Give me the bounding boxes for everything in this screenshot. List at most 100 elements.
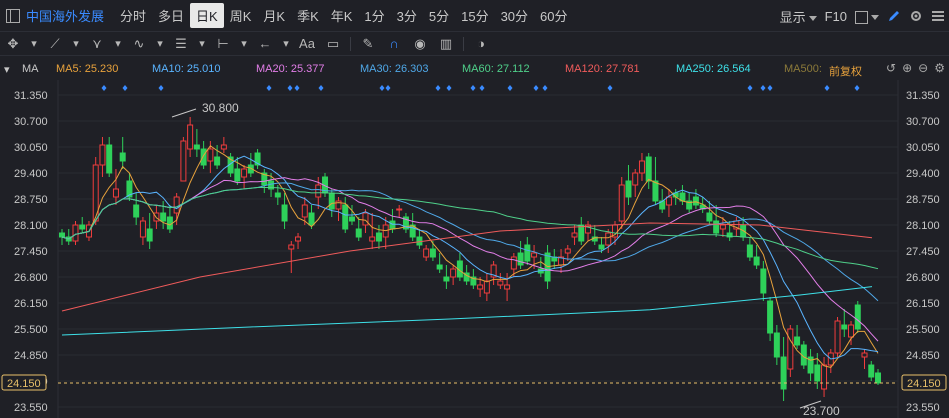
candle-body[interactable]	[112, 188, 119, 198]
text-icon[interactable]: Aa	[294, 36, 320, 51]
candle-body[interactable]	[753, 256, 760, 266]
candle-body[interactable]	[173, 196, 180, 214]
candle-body[interactable]	[146, 228, 153, 242]
ma-collapse-icon[interactable]: ▾	[4, 63, 10, 76]
event-marker[interactable]	[760, 85, 766, 91]
toggle-icon[interactable]: ◑	[468, 36, 494, 51]
candle-body[interactable]	[187, 124, 194, 150]
chevron-down-icon[interactable]: ▾	[236, 37, 252, 50]
eye-icon[interactable]: ◉	[407, 36, 433, 52]
period-tab[interactable]: 5分	[423, 3, 455, 28]
ma-legend-ma10[interactable]: MA10: 25.010	[152, 63, 221, 75]
candle-body[interactable]	[760, 268, 767, 294]
candle-body[interactable]	[767, 300, 774, 334]
candle-body[interactable]	[362, 212, 369, 226]
candle-body[interactable]	[477, 284, 484, 290]
candle-body[interactable]	[315, 184, 322, 198]
candle-body[interactable]	[348, 216, 355, 222]
cursor-icon[interactable]: ✥	[0, 36, 26, 52]
candle-body[interactable]	[241, 168, 248, 178]
candle-body[interactable]	[787, 328, 794, 370]
event-marker[interactable]	[122, 85, 128, 91]
period-tab[interactable]: 30分	[495, 3, 534, 28]
candle-body[interactable]	[423, 248, 430, 258]
candle-body[interactable]	[814, 364, 821, 382]
comment-icon[interactable]: ▭	[320, 36, 346, 52]
candle-body[interactable]	[497, 280, 504, 286]
candle-body[interactable]	[139, 220, 146, 238]
checkbox-dropdown[interactable]	[855, 8, 879, 24]
period-tab[interactable]: 多日	[152, 3, 190, 28]
candle-body[interactable]	[369, 236, 376, 242]
candle-body[interactable]	[719, 224, 726, 230]
adjust-mode-label[interactable]: 前复权	[829, 63, 862, 79]
candle-body[interactable]	[79, 224, 86, 230]
more-icon[interactable]	[931, 9, 945, 23]
candle-body[interactable]	[578, 224, 585, 242]
candle-body[interactable]	[200, 148, 207, 166]
candle-body[interactable]	[166, 216, 173, 230]
candle-body[interactable]	[295, 236, 302, 242]
candle-body[interactable]	[652, 180, 659, 202]
display-dropdown[interactable]: 显示	[780, 7, 817, 26]
candle-body[interactable]	[517, 252, 524, 266]
candle-body[interactable]	[274, 192, 281, 198]
event-marker[interactable]	[824, 85, 830, 91]
candle-body[interactable]	[375, 232, 382, 242]
wave-icon[interactable]: ∿	[126, 36, 152, 52]
candle-body[interactable]	[706, 212, 713, 222]
event-marker[interactable]	[266, 85, 272, 91]
candle-body[interactable]	[692, 196, 699, 206]
candle-body[interactable]	[207, 148, 214, 162]
ma-legend-ma5[interactable]: MA5: 25.230	[56, 63, 118, 75]
candle-body[interactable]	[868, 364, 875, 378]
candle-body[interactable]	[848, 324, 855, 338]
event-marker[interactable]	[507, 85, 513, 91]
candle-body[interactable]	[564, 248, 571, 254]
event-marker[interactable]	[542, 85, 548, 91]
chevron-down-icon[interactable]: ▾	[152, 37, 168, 50]
period-tab[interactable]: 分时	[114, 3, 152, 28]
candle-body[interactable]	[328, 192, 335, 210]
eraser-icon[interactable]: ✎	[355, 36, 381, 52]
pen-icon[interactable]	[887, 9, 901, 23]
reset-icon[interactable]: ↺	[886, 61, 896, 75]
candle-body[interactable]	[632, 172, 639, 186]
ma-label[interactable]: MA	[22, 63, 39, 75]
chevron-down-icon[interactable]: ▾	[194, 37, 210, 50]
candle-body[interactable]	[416, 236, 423, 246]
period-tab[interactable]: 月K	[257, 3, 291, 28]
candle-body[interactable]	[665, 196, 672, 206]
candlestick-chart[interactable]: 31.350 31.350 30.700 30.700 30.050 30.050 29.4…	[0, 80, 949, 418]
candle-body[interactable]	[308, 212, 315, 226]
candle-body[interactable]	[389, 220, 396, 230]
candle-body[interactable]	[645, 156, 652, 182]
event-marker[interactable]	[318, 85, 324, 91]
ma-legend-ma250[interactable]: MA250: 26.564	[676, 63, 751, 75]
candle-body[interactable]	[443, 276, 450, 282]
candle-body[interactable]	[288, 244, 295, 250]
candle-body[interactable]	[342, 204, 349, 230]
candle-body[interactable]	[301, 204, 308, 218]
stock-name[interactable]: 中国海外发展	[26, 6, 104, 25]
candle-body[interactable]	[780, 356, 787, 390]
candle-body[interactable]	[638, 160, 645, 174]
candle-body[interactable]	[483, 280, 490, 294]
chevron-down-icon[interactable]: ▾	[110, 37, 126, 50]
candle-body[interactable]	[193, 144, 200, 150]
period-tab[interactable]: 1分	[358, 3, 390, 28]
event-marker[interactable]	[470, 85, 476, 91]
event-marker[interactable]	[287, 85, 293, 91]
candle-body[interactable]	[875, 372, 881, 384]
event-marker[interactable]	[294, 85, 300, 91]
candle-body[interactable]	[59, 232, 65, 238]
ma-legend-ma500[interactable]: MA500:	[784, 63, 822, 75]
candle-body[interactable]	[510, 256, 517, 270]
ma-legend-ma60[interactable]: MA60: 27.112	[462, 63, 530, 75]
candle-body[interactable]	[72, 224, 79, 242]
period-tab[interactable]: 日K	[190, 3, 224, 28]
candle-body[interactable]	[180, 140, 187, 182]
chevron-down-icon[interactable]: ▾	[68, 37, 84, 50]
candle-body[interactable]	[436, 264, 443, 270]
candle-body[interactable]	[618, 184, 625, 222]
